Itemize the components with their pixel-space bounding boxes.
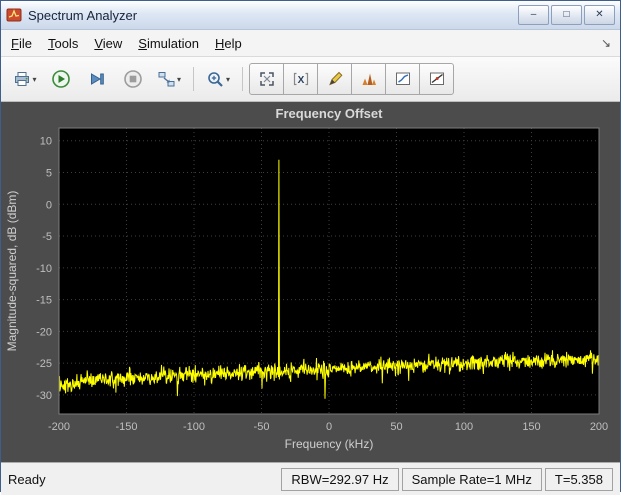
print-button[interactable]: ▾ (7, 61, 43, 97)
zoom-icon (208, 71, 223, 87)
toolbar: ▾ ▾ ▾ X (1, 57, 620, 102)
printer-icon (15, 72, 30, 86)
ccdf-icon (395, 72, 410, 85)
plot-text: Frequency (kHz) (285, 437, 374, 451)
plot-text: -15 (36, 295, 52, 307)
status-text: Ready (8, 471, 46, 487)
measurements-button[interactable] (317, 63, 352, 95)
maximize-button[interactable]: □ (551, 5, 582, 25)
simulink-blocks-icon (158, 71, 175, 86)
x-limits-icon: X (293, 72, 308, 86)
plot-text: 200 (590, 421, 608, 433)
menu-tools[interactable]: Tools (40, 32, 86, 55)
plot-text: Magnitude-squared, dB (dBm) (5, 191, 19, 352)
plot-text: -25 (36, 358, 52, 370)
menu-help[interactable]: Help (207, 32, 250, 55)
svg-text:X: X (297, 75, 304, 86)
plot-text: 5 (46, 167, 52, 179)
plot-text: -30 (36, 390, 52, 402)
peak-finder-button[interactable] (351, 63, 386, 95)
simulink-options-button[interactable]: ▾ (151, 61, 187, 97)
simulink-dropdown-caret[interactable]: ▾ (177, 75, 181, 84)
menubar: File Tools View Simulation Help ↘ (1, 30, 620, 57)
spectrum-analyzer-window: Spectrum Analyzer – □ ✕ File Tools View … (0, 0, 621, 495)
distortion-button[interactable] (419, 63, 454, 95)
menu-view[interactable]: View (86, 32, 130, 55)
plot-text: 50 (390, 421, 402, 433)
plot-text: 150 (522, 421, 540, 433)
print-dropdown-caret[interactable]: ▾ (32, 75, 36, 84)
plot-text: -5 (42, 231, 52, 243)
plot-text: -50 (254, 421, 270, 433)
sim-time-readout: T=5.358 (544, 467, 613, 491)
plot-text: 0 (46, 199, 52, 211)
stop-button[interactable] (115, 61, 151, 97)
menu-simulation[interactable]: Simulation (130, 32, 207, 55)
measurements-icon (328, 71, 342, 86)
ccdf-button[interactable] (385, 63, 420, 95)
window-title: Spectrum Analyzer (28, 7, 138, 23)
plot-text: 0 (326, 421, 332, 433)
plot-text: -20 (36, 326, 52, 338)
distortion-icon (429, 72, 444, 85)
maximize-axes-icon (259, 72, 274, 86)
plot-text: -200 (48, 421, 70, 433)
statusbar: Ready RBW=292.97 Hz Sample Rate=1 MHz T=… (1, 462, 620, 495)
toggle-group: X (249, 63, 454, 95)
toolbar-separator (242, 67, 243, 91)
menu-file[interactable]: File (3, 32, 40, 55)
app-icon (6, 8, 22, 22)
peak-finder-icon (362, 73, 376, 85)
zoom-dropdown-caret[interactable]: ▾ (226, 75, 230, 84)
sample-rate-readout: Sample Rate=1 MHz (401, 467, 542, 491)
plot-text: -100 (183, 421, 205, 433)
rbw-readout: RBW=292.97 Hz (281, 467, 399, 491)
dock-figure-icon[interactable]: ↘ (594, 36, 618, 50)
close-button[interactable]: ✕ (584, 5, 615, 25)
plot-text: Frequency Offset (276, 106, 384, 121)
run-icon (52, 70, 70, 88)
run-button[interactable] (43, 61, 79, 97)
stop-icon (124, 70, 142, 88)
step-forward-icon (91, 73, 104, 85)
step-forward-button[interactable] (79, 61, 115, 97)
spectrum-plot[interactable]: -200 -150 -100 -50 0 50 100 150 2001050-5-10-15-… (1, 102, 620, 462)
plot-text: 100 (455, 421, 473, 433)
plot-region: -200 -150 -100 -50 0 50 100 150 200 10 5 0 -5 -10 -15-… (1, 102, 620, 462)
plot-text: -150 (115, 421, 137, 433)
plot-text: 10 (40, 136, 52, 148)
toolbar-separator (193, 67, 194, 91)
x-limits-button[interactable]: X (283, 63, 318, 95)
plot-text: -10 (36, 263, 52, 275)
zoom-button[interactable]: ▾ (200, 61, 236, 97)
minimize-button[interactable]: – (518, 5, 549, 25)
maximize-axes-button[interactable] (249, 63, 284, 95)
titlebar[interactable]: Spectrum Analyzer – □ ✕ (1, 1, 620, 30)
